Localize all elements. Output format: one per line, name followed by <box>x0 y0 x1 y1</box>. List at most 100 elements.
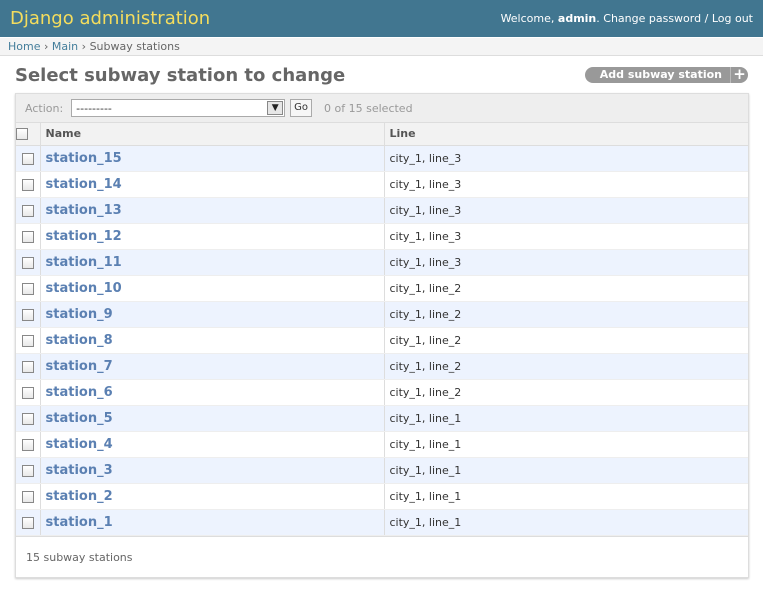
breadcrumb-home[interactable]: Home <box>8 40 40 53</box>
chevron-down-icon[interactable]: ▼ <box>267 101 284 115</box>
row-checkbox[interactable] <box>21 256 34 269</box>
row-checkbox[interactable] <box>21 152 34 165</box>
select-all-checkbox[interactable] <box>16 128 28 141</box>
station-link[interactable]: station_10 <box>46 281 122 296</box>
station-name-cell: station_5 <box>40 405 384 432</box>
row-checkbox[interactable] <box>21 178 34 191</box>
username: admin <box>557 12 597 25</box>
row-select-cell <box>16 483 41 510</box>
results-table: Name Line station_15 city_1, line_3 statio… <box>16 123 748 536</box>
column-header-name[interactable]: Name <box>40 123 384 146</box>
row-select-cell <box>16 431 41 458</box>
station-link[interactable]: station_1 <box>46 515 113 530</box>
row-checkbox[interactable] <box>21 412 34 425</box>
actions-bar: Action: --------- ▼ Go 0 of 15 selected <box>16 94 748 123</box>
station-name-cell: station_3 <box>40 457 384 484</box>
action-select[interactable]: --------- ▼ <box>71 99 286 117</box>
station-name-cell: station_4 <box>40 431 384 458</box>
go-button[interactable]: Go <box>290 99 313 117</box>
row-select-cell <box>16 249 41 276</box>
row-checkbox[interactable] <box>21 360 34 373</box>
station-link[interactable]: station_14 <box>46 177 122 192</box>
station-link[interactable]: station_8 <box>46 333 113 348</box>
change-password-link[interactable]: Change password <box>603 12 701 25</box>
station-link[interactable]: station_12 <box>46 229 122 244</box>
selection-counter: 0 of 15 selected <box>324 101 413 115</box>
action-select-value: --------- <box>76 101 112 115</box>
row-checkbox[interactable] <box>21 516 34 529</box>
table-row: station_4 city_1, line_1 <box>16 431 748 458</box>
plus-icon[interactable]: + <box>730 67 748 83</box>
station-link[interactable]: station_11 <box>46 255 122 270</box>
breadcrumb-separator: › <box>43 40 49 53</box>
breadcrumb-current: Subway stations <box>89 40 180 53</box>
station-line-cell: city_1, line_3 <box>383 249 748 276</box>
station-name-cell: station_13 <box>40 197 384 224</box>
paginator: 15 subway stations <box>16 535 748 577</box>
station-line-cell: city_1, line_3 <box>383 145 748 172</box>
row-select-cell <box>16 353 41 380</box>
page-title: Select subway station to change <box>15 65 346 86</box>
station-link[interactable]: station_5 <box>46 411 113 426</box>
station-line-cell: city_1, line_3 <box>383 197 748 224</box>
station-line-cell: city_1, line_1 <box>383 509 748 536</box>
breadcrumb-separator: › <box>81 40 87 53</box>
table-row: station_2 city_1, line_1 <box>16 483 748 510</box>
user-tools-separator: / <box>704 12 709 25</box>
station-name-cell: station_15 <box>40 145 384 172</box>
station-line-cell: city_1, line_1 <box>383 457 748 484</box>
station-link[interactable]: station_7 <box>46 359 113 374</box>
station-name-cell: station_2 <box>40 483 384 510</box>
row-select-cell <box>16 145 41 172</box>
table-row: station_13 city_1, line_3 <box>16 197 748 224</box>
header: Django administration Welcome, admin. Ch… <box>0 0 763 37</box>
row-select-cell <box>16 509 41 536</box>
table-body: station_15 city_1, line_3 station_14 city_1… <box>16 145 748 536</box>
station-name-cell: station_10 <box>40 275 384 302</box>
station-link[interactable]: station_4 <box>46 437 113 452</box>
table-row: station_8 city_1, line_2 <box>16 327 748 354</box>
row-select-cell <box>16 327 41 354</box>
site-branding: Django administration <box>10 8 211 29</box>
user-tools: Welcome, admin. Change password / Log ou… <box>500 12 753 25</box>
station-link[interactable]: station_2 <box>46 489 113 504</box>
row-select-cell <box>16 197 41 224</box>
breadcrumb: Home › Main › Subway stations <box>0 37 763 56</box>
welcome-text: Welcome, <box>500 12 555 25</box>
station-name-cell: station_8 <box>40 327 384 354</box>
breadcrumb-main[interactable]: Main <box>52 40 78 53</box>
row-checkbox[interactable] <box>21 386 34 399</box>
select-all-cell <box>16 123 41 146</box>
table-row: station_11 city_1, line_3 <box>16 249 748 276</box>
station-line-cell: city_1, line_3 <box>383 171 748 198</box>
row-select-cell <box>16 301 41 328</box>
row-checkbox[interactable] <box>21 230 34 243</box>
table-row: station_14 city_1, line_3 <box>16 171 748 198</box>
station-link[interactable]: station_15 <box>46 151 122 166</box>
station-name-cell: station_1 <box>40 509 384 536</box>
station-name-cell: station_12 <box>40 223 384 250</box>
station-link[interactable]: station_3 <box>46 463 113 478</box>
row-checkbox[interactable] <box>21 204 34 217</box>
changelist: Action: --------- ▼ Go 0 of 15 selected … <box>15 93 749 578</box>
action-label: Action: <box>25 101 64 115</box>
station-link[interactable]: station_6 <box>46 385 113 400</box>
add-subway-station-button[interactable]: Add subway station + <box>584 67 748 83</box>
row-select-cell <box>16 379 41 406</box>
column-header-line[interactable]: Line <box>383 123 748 146</box>
row-checkbox[interactable] <box>21 438 34 451</box>
row-select-cell <box>16 405 41 432</box>
row-checkbox[interactable] <box>21 282 34 295</box>
row-checkbox[interactable] <box>21 464 34 477</box>
row-checkbox[interactable] <box>21 334 34 347</box>
table-row: station_5 city_1, line_1 <box>16 405 748 432</box>
station-name-cell: station_7 <box>40 353 384 380</box>
table-row: station_15 city_1, line_3 <box>16 145 748 172</box>
row-checkbox[interactable] <box>21 308 34 321</box>
row-checkbox[interactable] <box>21 490 34 503</box>
add-button-label[interactable]: Add subway station <box>584 67 730 83</box>
station-link[interactable]: station_13 <box>46 203 122 218</box>
logout-link[interactable]: Log out <box>712 12 753 25</box>
row-select-cell <box>16 171 41 198</box>
station-link[interactable]: station_9 <box>46 307 113 322</box>
